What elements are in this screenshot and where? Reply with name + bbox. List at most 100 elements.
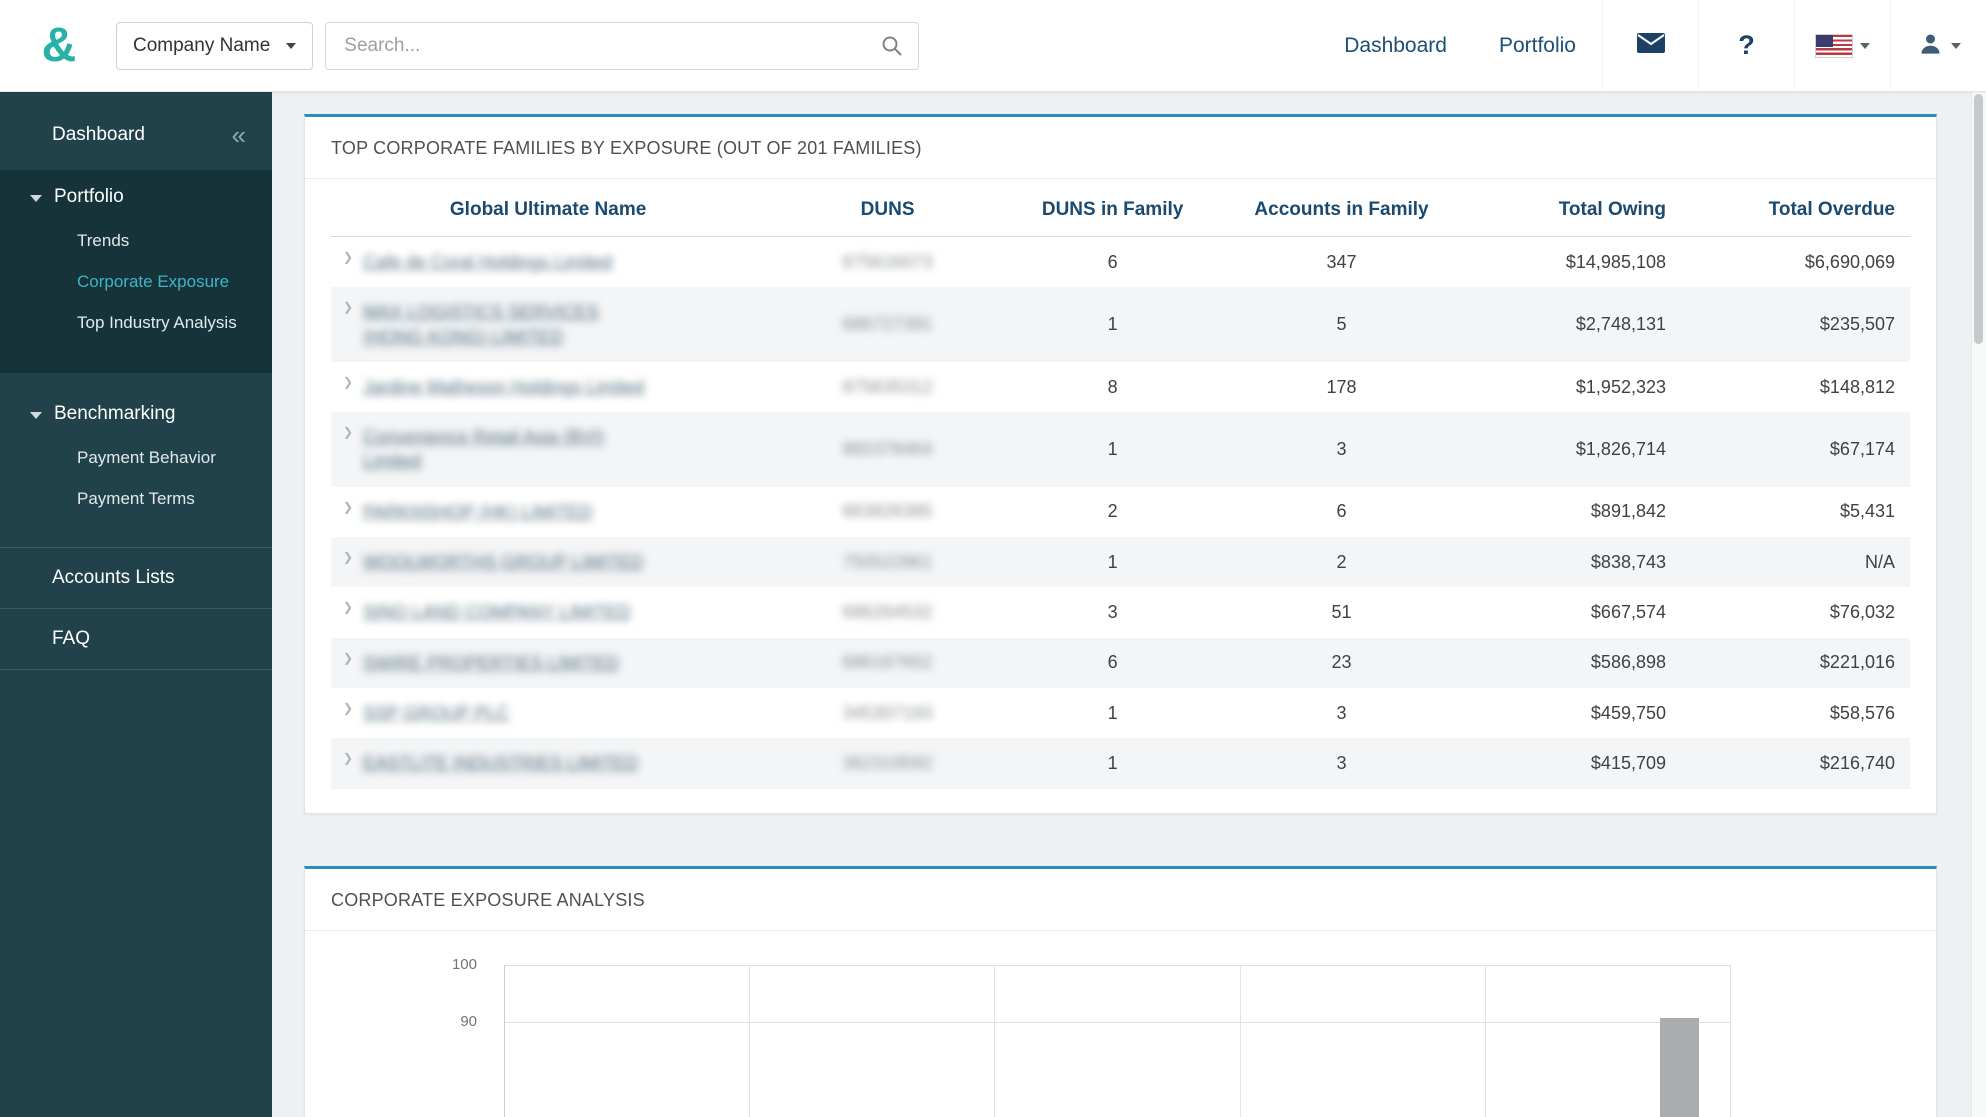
accounts-in-family-value: 2 [1336,551,1347,572]
expand-row-icon[interactable]: ❯ [343,651,353,665]
exposure-analysis-title: CORPORATE EXPOSURE ANALYSIS [331,889,645,910]
exposure-analysis-card-header: CORPORATE EXPOSURE ANALYSIS [305,869,1936,931]
duns-number: 345307193 [842,702,933,723]
main-content: TOP CORPORATE FAMILIES BY EXPOSURE (OUT … [272,92,1971,1117]
table-row[interactable]: ❯ SWIRE PROPERTIES LIMITED 686167652 6 23… [331,637,1910,688]
help-button[interactable]: ? [1698,0,1794,92]
sidebar-item-payment-behavior[interactable]: Payment Behavior [0,437,272,478]
y-axis-tick-100: 100 [451,955,477,973]
expand-row-icon[interactable]: ❯ [343,600,353,614]
gridline-vertical [1484,964,1486,1117]
company-name-link[interactable]: SSP GROUP PLC [363,701,509,725]
expand-row-icon[interactable]: ❯ [343,425,353,439]
company-name-link[interactable]: WOOLWORTHS GROUP LIMITED [363,550,643,574]
y-axis-tick-90: 90 [460,1012,477,1030]
table-row[interactable]: ❯ Cafe de Coral Holdings Limited 67561607… [331,237,1910,288]
duns-number: 750522861 [842,551,933,572]
table-row[interactable]: ❯ PARKNSHOP (HK) LIMITED 663826385 2 6 $8… [331,487,1910,537]
sidebar-item-trends[interactable]: Trends [0,220,272,261]
flag-canton [1816,34,1833,47]
total-owing-value: $459,750 [1590,702,1666,723]
company-name-dropdown[interactable]: Company Name [116,21,314,70]
sidebar-group-benchmarking: Benchmarking Payment Behavior Payment Te… [0,373,272,519]
sidebar-item-benchmarking[interactable]: Benchmarking [0,387,272,437]
sidebar-item-dashboard[interactable]: Dashboard « [0,92,272,170]
total-overdue-value: $221,016 [1819,652,1895,673]
sidebar-item-top-industry-analysis[interactable]: Top Industry Analysis [0,302,272,343]
sidebar-item-payment-terms[interactable]: Payment Terms [0,478,272,519]
exposure-analysis-card: CORPORATE EXPOSURE ANALYSIS 100 90 [304,865,1937,1117]
table-row[interactable]: ❯ MAX LOGISTICS SERVICES (HONG KONG) LIMI… [331,287,1910,362]
page-scrollbar[interactable] [1971,92,1986,1117]
table-row[interactable]: ❯ Jardine Matheson Holdings Limited 87563… [331,362,1910,412]
total-overdue-value: $76,032 [1829,602,1895,623]
duns-in-family-value: 2 [1107,501,1118,522]
expand-row-icon[interactable]: ❯ [343,250,353,264]
language-selector[interactable] [1794,0,1890,92]
chevron-down-icon [30,195,42,202]
sidebar-item-accounts-lists[interactable]: Accounts Lists [0,547,272,608]
table-row[interactable]: ❯ Convenience Retail Asia (BVI) Limited 8… [331,412,1910,487]
accounts-in-family-value: 3 [1336,438,1347,459]
accounts-in-family-value: 23 [1331,652,1352,673]
total-overdue-value: $6,690,069 [1804,251,1895,272]
company-name-link[interactable]: MAX LOGISTICS SERVICES (HONG KONG) LIMIT… [363,300,663,349]
dnb-logo: & [28,21,90,70]
total-overdue-value: $5,431 [1839,501,1895,522]
company-name-link[interactable]: SINO LAND COMPANY LIMITED [363,600,630,624]
duns-number: 875635312 [842,376,933,397]
chart-y-axis-line [504,964,505,1117]
user-icon [1917,30,1944,62]
expand-row-icon[interactable]: ❯ [343,375,353,389]
company-name-link[interactable]: EASTLITE INDUSTRIES LIMITED [363,751,638,775]
expand-row-icon[interactable]: ❯ [343,751,353,765]
search-input[interactable] [326,34,867,57]
col-duns-in-family: DUNS in Family [1009,179,1216,237]
company-name-link[interactable]: PARKNSHOP (HK) LIMITED [363,500,592,524]
exposure-analysis-chart: 100 90 [305,935,1936,1117]
total-owing-value: $586,898 [1590,652,1666,673]
gridline-horizontal-100 [504,964,1730,966]
total-owing-value: $415,709 [1590,752,1666,773]
expand-row-icon[interactable]: ❯ [343,500,353,514]
company-name-link[interactable]: Convenience Retail Asia (BVI) Limited [363,425,663,474]
topbar: & Company Name Dashboard Portfolio ? [0,0,1986,92]
search-icon[interactable] [866,35,918,57]
duns-number: 686167652 [842,652,933,673]
table-row[interactable]: ❯ EASTLITE INDUSTRIES LIMITED 362319592 1… [331,738,1910,789]
total-owing-value: $891,842 [1590,501,1666,522]
table-row[interactable]: ❯ SINO LAND COMPANY LIMITED 686264532 3 5… [331,587,1910,637]
expand-row-icon[interactable]: ❯ [343,300,353,314]
chevron-down-icon [286,42,297,49]
accounts-in-family-value: 6 [1336,501,1347,522]
messages-button[interactable] [1602,0,1698,92]
company-name-link[interactable]: Jardine Matheson Holdings Limited [363,375,644,399]
expand-row-icon[interactable]: ❯ [343,550,353,564]
company-name-link[interactable]: SWIRE PROPERTIES LIMITED [363,651,619,675]
gridline-horizontal-90 [504,1021,1730,1023]
sidebar-item-faq[interactable]: FAQ [0,608,272,670]
chart-plot-area [504,964,1731,1117]
envelope-icon [1636,31,1666,60]
total-overdue-value: N/A [1864,551,1895,572]
gridline-vertical [1730,964,1731,1117]
table-row[interactable]: ❯ SSP GROUP PLC 345307193 1 3 $459,750 $5… [331,688,1910,738]
account-menu[interactable] [1890,0,1986,92]
nav-portfolio[interactable]: Portfolio [1499,34,1576,58]
company-name-link[interactable]: Cafe de Coral Holdings Limited [363,250,612,274]
sidebar-item-corporate-exposure[interactable]: Corporate Exposure [0,261,272,302]
total-overdue-value: $67,174 [1829,438,1895,459]
scrollbar-thumb[interactable] [1974,94,1983,344]
accounts-in-family-value: 3 [1336,752,1347,773]
accounts-in-family-value: 347 [1326,251,1357,272]
duns-in-family-value: 3 [1107,602,1118,623]
sidebar-item-portfolio[interactable]: Portfolio [0,170,272,220]
table-row[interactable]: ❯ WOOLWORTHS GROUP LIMITED 750522861 1 2 … [331,537,1910,588]
total-owing-value: $1,952,323 [1575,376,1666,397]
total-owing-value: $838,743 [1590,551,1666,572]
chevron-down-icon [1860,42,1870,49]
collapse-sidebar-icon[interactable]: « [232,122,246,148]
expand-row-icon[interactable]: ❯ [343,701,353,715]
total-overdue-value: $235,507 [1819,314,1895,335]
nav-dashboard[interactable]: Dashboard [1344,34,1447,58]
